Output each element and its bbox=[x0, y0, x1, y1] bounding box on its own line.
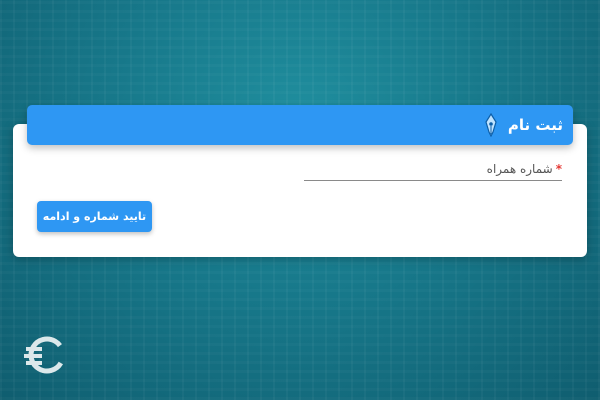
pen-nib-icon bbox=[480, 112, 502, 138]
card-title: ثبت نام bbox=[507, 116, 563, 134]
phone-field: *شماره همراه bbox=[304, 160, 562, 181]
sputnik-logo-icon bbox=[22, 330, 72, 380]
phone-field-label: *شماره همراه bbox=[304, 160, 562, 178]
phone-label-text: شماره همراه bbox=[486, 162, 553, 176]
card-header: ثبت نام bbox=[27, 105, 573, 145]
required-mark: * bbox=[555, 162, 562, 176]
phone-input[interactable] bbox=[304, 178, 562, 181]
confirm-and-continue-button[interactable]: تایید شماره و ادامه bbox=[37, 201, 152, 232]
